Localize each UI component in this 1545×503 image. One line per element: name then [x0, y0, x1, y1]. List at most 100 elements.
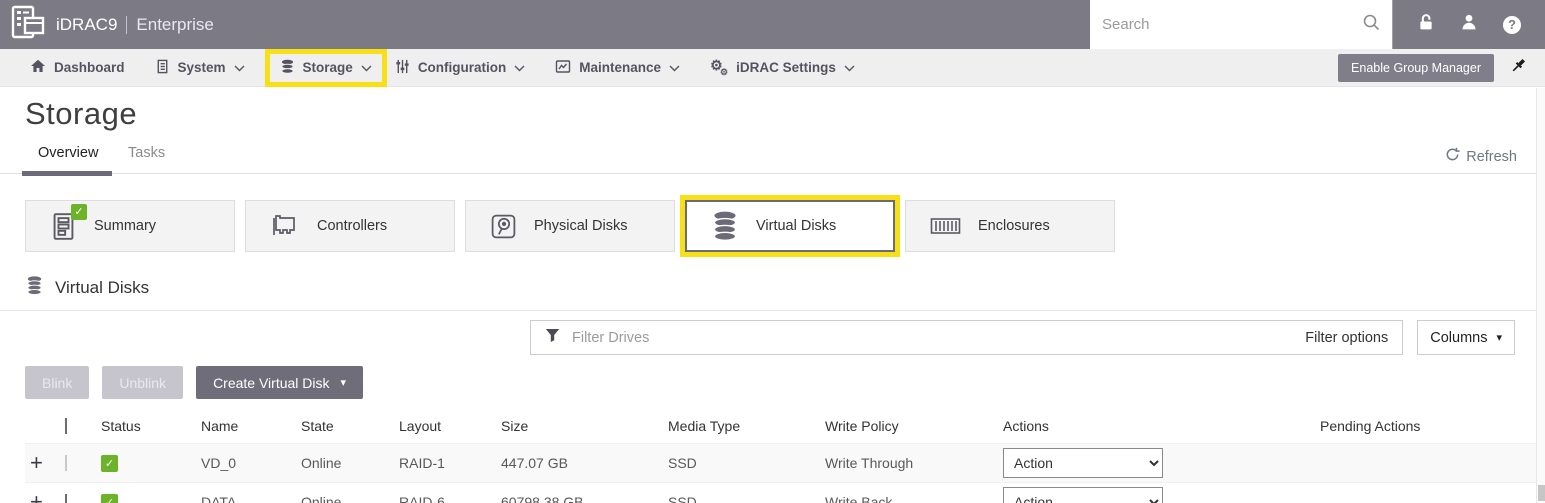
chevron-down-icon — [514, 60, 525, 75]
action-select[interactable]: Action — [1003, 487, 1163, 503]
select-all-cell — [61, 418, 101, 434]
nav-label: iDRAC Settings — [736, 60, 836, 75]
media-type-cell: SSD — [668, 494, 825, 503]
nav-configuration[interactable]: Configuration — [395, 59, 525, 77]
search-input[interactable] — [1102, 16, 1362, 33]
brand-suffix: Enterprise — [136, 15, 213, 35]
write-policy-cell: Write Back — [825, 494, 1003, 503]
funnel-icon — [545, 328, 560, 348]
header-spacer — [214, 0, 1090, 49]
layout-cell: RAID-6 — [399, 494, 501, 503]
tile-enclosures[interactable]: Enclosures — [905, 200, 1115, 252]
nav-label: System — [178, 60, 226, 75]
col-size: Size — [501, 418, 668, 434]
status-cell: ✓ — [101, 455, 201, 472]
tile-virtual-disks[interactable]: Virtual Disks — [685, 200, 895, 252]
active-tab-underline — [22, 171, 112, 176]
tile-label: Controllers — [317, 218, 387, 234]
search-box[interactable] — [1090, 0, 1392, 49]
row-select-cell — [61, 455, 101, 471]
state-cell: Online — [301, 455, 399, 471]
name-cell: VD_0 — [201, 455, 301, 471]
nav-idrac-settings[interactable]: ⚙ ⚙ iDRAC Settings — [710, 60, 855, 76]
nav-label: Maintenance — [579, 60, 661, 75]
tile-physical-disks[interactable]: Physical Disks — [465, 200, 675, 252]
refresh-button[interactable]: Refresh — [1445, 147, 1517, 166]
filter-drives-input[interactable] — [572, 330, 1293, 346]
filter-drives-box[interactable]: Filter options — [530, 320, 1403, 355]
create-virtual-disk-label: Create Virtual Disk — [213, 375, 329, 391]
tab-overview[interactable]: Overview — [38, 145, 98, 161]
row-checkbox[interactable] — [65, 494, 67, 503]
nav-right-group: Enable Group Manager — [1338, 54, 1545, 82]
tile-label: Physical Disks — [534, 218, 627, 234]
expand-row-button[interactable]: + — [25, 452, 61, 474]
columns-label: Columns — [1430, 330, 1487, 346]
state-cell: Online — [301, 494, 399, 503]
search-icon[interactable] — [1362, 13, 1380, 36]
select-all-checkbox[interactable] — [65, 418, 67, 434]
table-header-row: Status Name State Layout Size Media Type… — [25, 409, 1536, 443]
section-divider — [0, 310, 1545, 311]
nav-maintenance[interactable]: Maintenance — [555, 59, 680, 77]
virtual-disks-section-header: Virtual Disks — [25, 276, 1545, 300]
size-cell: 447.07 GB — [501, 455, 668, 471]
tile-label: Enclosures — [978, 218, 1050, 234]
help-icon[interactable]: ? — [1503, 16, 1521, 34]
create-virtual-disk-button[interactable]: Create Virtual Disk ▾ — [196, 366, 363, 399]
brand-area: iDRAC9 Enterprise — [0, 0, 214, 49]
sliders-icon — [395, 59, 410, 77]
gear-icon: ⚙ ⚙ — [710, 60, 728, 76]
nav-system[interactable]: System — [155, 59, 245, 77]
nav-storage[interactable]: Storage — [280, 59, 372, 77]
brand: iDRAC9 Enterprise — [56, 15, 214, 35]
virtual-disks-icon — [711, 211, 739, 241]
storage-nav-highlight: Storage — [265, 49, 387, 87]
chevron-down-icon — [844, 60, 855, 75]
size-cell: 60798.38 GB — [501, 494, 668, 503]
chevron-down-icon — [234, 60, 245, 75]
columns-button[interactable]: Columns ▾ — [1417, 320, 1515, 355]
app-header: iDRAC9 Enterprise ? — [0, 0, 1545, 49]
tab-tasks[interactable]: Tasks — [128, 145, 165, 161]
idrac-logo-icon — [10, 4, 46, 45]
vertical-scrollbar[interactable] — [1536, 88, 1545, 503]
tile-summary[interactable]: ✓ Summary — [25, 200, 235, 252]
col-pending-actions: Pending Actions — [1320, 418, 1536, 434]
storage-db-icon — [280, 59, 295, 77]
col-status: Status — [101, 418, 201, 434]
media-type-cell: SSD — [668, 455, 825, 471]
tile-label: Virtual Disks — [756, 218, 836, 234]
enable-group-manager-button[interactable]: Enable Group Manager — [1338, 54, 1494, 82]
tile-controllers[interactable]: Controllers — [245, 200, 455, 252]
page-title: Storage — [25, 96, 1545, 132]
write-policy-cell: Write Through — [825, 455, 1003, 471]
expand-row-button[interactable]: + — [25, 491, 61, 503]
user-icon[interactable] — [1460, 13, 1478, 36]
name-cell: DATA — [201, 494, 301, 503]
brand-divider — [126, 16, 127, 34]
virtual-disks-section-icon — [25, 276, 44, 300]
col-actions: Actions — [1003, 418, 1320, 434]
table-row: + ✓ VD_0 Online RAID-1 447.07 GB SSD Wri… — [25, 443, 1536, 482]
controllers-icon — [270, 213, 300, 239]
table-row: + ✓ DATA Online RAID-6 60798.38 GB SSD W… — [25, 482, 1536, 503]
nav-dashboard[interactable]: Dashboard — [30, 58, 125, 77]
filter-options-link[interactable]: Filter options — [1305, 330, 1388, 346]
filter-row: Filter options Columns ▾ — [530, 320, 1515, 355]
actions-cell: Action — [1003, 487, 1320, 503]
scrollbar-thumb[interactable] — [1538, 485, 1545, 501]
col-media-type: Media Type — [668, 418, 825, 434]
layout-cell: RAID-1 — [399, 455, 501, 471]
tabs-bar: Overview Tasks Refresh — [0, 145, 1545, 174]
blink-button[interactable]: Blink — [25, 366, 89, 399]
chevron-down-icon — [361, 60, 372, 75]
actions-cell: Action — [1003, 448, 1320, 478]
summary-icon: ✓ — [50, 212, 77, 241]
virtual-disks-table: Status Name State Layout Size Media Type… — [25, 409, 1536, 503]
pin-icon[interactable] — [1510, 57, 1527, 79]
unblink-button[interactable]: Unblink — [102, 366, 183, 399]
action-select[interactable]: Action — [1003, 448, 1163, 478]
unlock-icon[interactable] — [1417, 13, 1435, 36]
row-checkbox[interactable] — [65, 455, 67, 471]
